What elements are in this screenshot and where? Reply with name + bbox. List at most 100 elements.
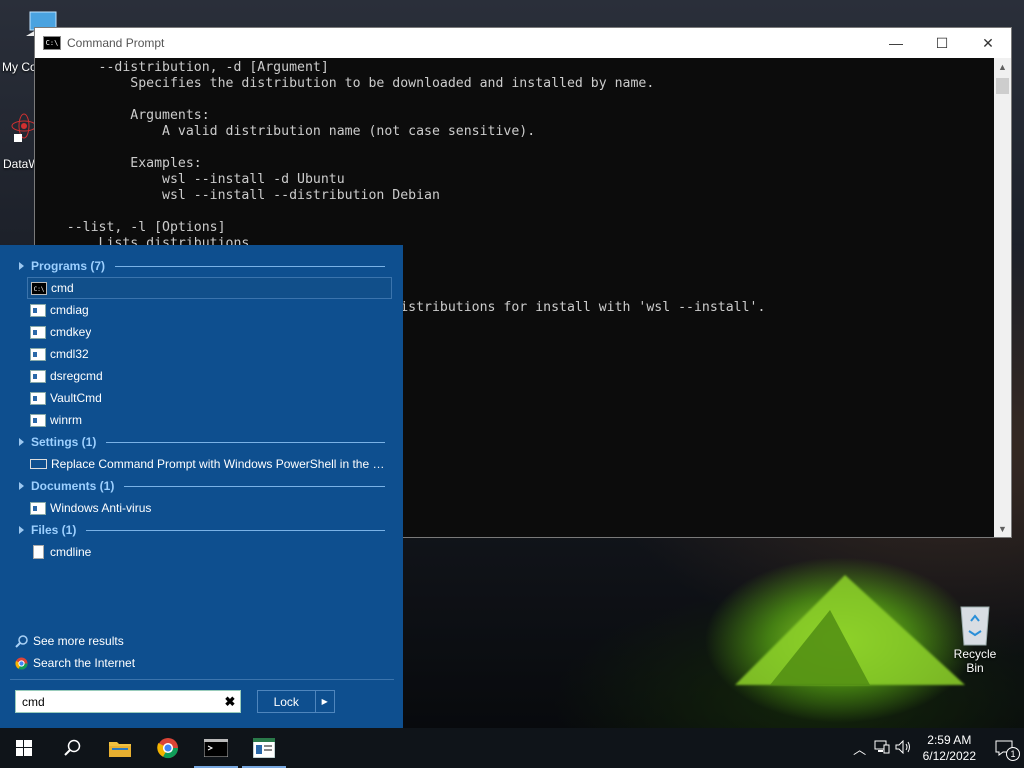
- search-result-label: cmdline: [50, 545, 92, 559]
- console-line: wsl --install --distribution Debian: [35, 188, 440, 203]
- search-button[interactable]: [48, 728, 96, 768]
- section-title: Settings (1): [31, 435, 97, 449]
- doc-icon: [33, 545, 44, 559]
- title-bar[interactable]: C:\ Command Prompt — ☐ ✕: [35, 28, 1011, 58]
- search-result-item[interactable]: Windows Anti-virus: [27, 497, 392, 519]
- search-magnifier-icon: [15, 634, 28, 648]
- maximize-button[interactable]: ☐: [919, 28, 965, 58]
- file-explorer-button[interactable]: [96, 728, 144, 768]
- desktop-icon-label: My Co: [2, 60, 37, 74]
- search-result-item[interactable]: cmdiag: [27, 299, 392, 321]
- start-button[interactable]: [0, 728, 48, 768]
- section-header[interactable]: Documents (1): [0, 475, 403, 497]
- search-result-item[interactable]: Replace Command Prompt with Windows Powe…: [27, 453, 392, 475]
- expand-triangle-icon: [19, 482, 24, 490]
- expand-triangle-icon: [19, 262, 24, 270]
- search-result-item[interactable]: dsregcmd: [27, 365, 392, 387]
- chrome-button[interactable]: [144, 728, 192, 768]
- search-result-item[interactable]: cmdkey: [27, 321, 392, 343]
- section-title: Files (1): [31, 523, 77, 537]
- search-internet-link[interactable]: Search the Internet: [15, 656, 135, 670]
- section-divider: [106, 441, 385, 443]
- action-center-button[interactable]: 1: [984, 728, 1024, 768]
- search-result-label: VaultCmd: [50, 391, 102, 405]
- app-icon: [30, 303, 46, 317]
- minimize-button[interactable]: —: [873, 28, 919, 58]
- command-prompt-taskbar-button[interactable]: [192, 728, 240, 768]
- app-icon: [30, 501, 46, 515]
- app-icon: [30, 325, 46, 339]
- section-header[interactable]: Settings (1): [0, 431, 403, 453]
- scroll-up-icon[interactable]: ▲: [994, 58, 1011, 75]
- console-line: Arguments:: [35, 108, 210, 123]
- scroll-thumb[interactable]: [996, 78, 1009, 94]
- desktop-icon-recycle-bin[interactable]: Recycle Bin: [944, 603, 1006, 675]
- search-result-item[interactable]: C:\ cmd: [27, 277, 392, 299]
- section-header[interactable]: Files (1): [0, 519, 403, 541]
- desktop-icon-label: Recycle Bin: [953, 647, 997, 675]
- divider: [10, 679, 394, 680]
- search-result-label: winrm: [50, 413, 82, 427]
- volume-icon[interactable]: [893, 739, 915, 757]
- search-result-item[interactable]: winrm: [27, 409, 392, 431]
- clock[interactable]: 2:59 AM 6/12/2022: [915, 732, 984, 764]
- see-more-results-link[interactable]: See more results: [15, 634, 124, 648]
- search-result-label: dsregcmd: [50, 369, 103, 383]
- expand-triangle-icon: [19, 438, 24, 446]
- network-icon[interactable]: [871, 740, 893, 757]
- console-line: Examples:: [35, 156, 202, 171]
- search-result-label: cmdl32: [50, 347, 89, 361]
- system-tray: ︿ 2:59 AM 6/12/2022 1: [849, 728, 1024, 768]
- taskbar: ︿ 2:59 AM 6/12/2022 1: [0, 728, 1024, 768]
- lock-button[interactable]: Lock ▶: [257, 690, 335, 713]
- lock-label: Lock: [273, 694, 299, 709]
- console-line: A valid distribution name (not case sens…: [35, 124, 536, 139]
- clock-date: 6/12/2022: [922, 749, 976, 763]
- clear-search-icon[interactable]: ✖: [220, 694, 240, 710]
- console-line: --list, -l [Options]: [35, 220, 226, 235]
- window-app-icon: [253, 738, 275, 758]
- section-divider: [124, 485, 385, 487]
- clock-time: 2:59 AM: [927, 733, 972, 747]
- chrome-icon: [157, 738, 179, 759]
- vertical-scrollbar[interactable]: ▲ ▼: [994, 58, 1011, 537]
- window-title: Command Prompt: [67, 36, 165, 50]
- search-result-item[interactable]: cmdline: [27, 541, 392, 563]
- folder-icon: [109, 742, 131, 757]
- tent-shade: [770, 610, 870, 685]
- console-line: wsl --install -d Ubuntu: [35, 172, 345, 187]
- cmd-app-icon: C:\: [43, 36, 61, 50]
- show-hidden-icons-chevron-icon[interactable]: ︿: [849, 739, 871, 758]
- search-input[interactable]: cmd ✖: [15, 690, 241, 713]
- search-icon: [64, 739, 81, 756]
- app-icon: [30, 413, 46, 427]
- section-header[interactable]: Programs (7): [0, 255, 403, 277]
- section-title: Documents (1): [31, 479, 115, 493]
- section-title: Programs (7): [31, 259, 106, 273]
- app-icon: [30, 347, 46, 361]
- recycle-bin-icon: [957, 603, 993, 646]
- expand-triangle-icon: [19, 526, 24, 534]
- console-line: --distribution, -d [Argument]: [35, 60, 329, 75]
- search-result-label: cmd: [51, 281, 74, 295]
- power-options-arrow-icon[interactable]: ▶: [314, 691, 335, 712]
- close-button[interactable]: ✕: [965, 28, 1011, 58]
- search-result-label: Replace Command Prompt with Windows Powe…: [51, 457, 392, 471]
- search-result-item[interactable]: cmdl32: [27, 343, 392, 365]
- app-taskbar-button[interactable]: [240, 728, 288, 768]
- cmd-icon: [204, 739, 228, 757]
- scroll-down-icon[interactable]: ▼: [994, 520, 1011, 537]
- search-result-item[interactable]: VaultCmd: [27, 387, 392, 409]
- section-divider: [86, 529, 385, 531]
- section-divider: [115, 265, 385, 267]
- console-line: Specifies the distribution to be downloa…: [35, 76, 655, 91]
- see-more-results-label: See more results: [33, 634, 124, 648]
- cmd-icon: C:\: [31, 281, 47, 295]
- windows-logo-icon: [16, 740, 32, 756]
- search-result-label: Windows Anti-virus: [50, 501, 152, 515]
- chrome-icon: [15, 657, 28, 670]
- search-result-label: cmdkey: [50, 325, 92, 339]
- search-result-label: cmdiag: [50, 303, 89, 317]
- app-icon: [30, 369, 46, 383]
- notification-count-badge: 1: [1006, 747, 1020, 761]
